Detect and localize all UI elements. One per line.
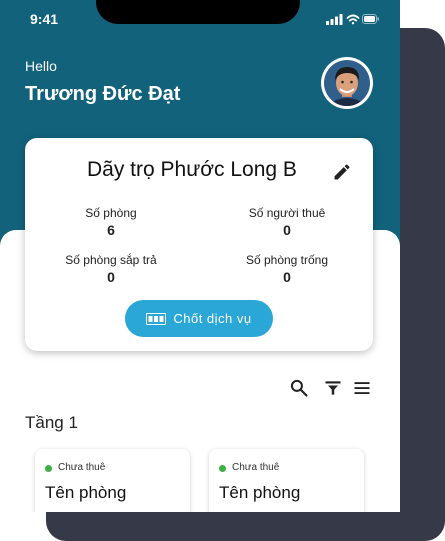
stat-ending: Số phòng sắp trả 0 (31, 253, 191, 285)
stat-tenants-label: Số người thuê (248, 206, 326, 220)
stat-rooms-label: Số phòng (85, 206, 137, 220)
property-name: Dãy trọ Phước Long B (87, 158, 297, 181)
stat-vacant: Số phòng trống 0 (207, 253, 367, 285)
room-card[interactable]: Chưa thuê Tên phòng (35, 449, 190, 512)
stat-vacant-value: 0 (283, 269, 291, 285)
status-dot (45, 465, 52, 472)
battery-icon (362, 14, 379, 24)
close-service-button[interactable]: Chốt dịch vụ (125, 300, 273, 337)
phone-screen: 9:41 Hello Trương Đức Đạt Dãy trọ Phước … (0, 0, 400, 512)
edit-icon[interactable] (332, 162, 352, 182)
status-time: 9:41 (30, 11, 59, 27)
stat-ending-label: Số phòng sắp trả (65, 253, 157, 267)
room-name: Tên phòng (219, 483, 301, 502)
signal-icon (326, 14, 343, 25)
stat-rooms: Số phòng 6 (31, 206, 191, 238)
avatar-photo (324, 60, 370, 106)
avatar[interactable] (321, 57, 373, 109)
filter-icon[interactable] (323, 378, 343, 398)
wifi-icon (346, 14, 360, 25)
room-status: Chưa thuê (232, 462, 280, 473)
meter-icon (146, 312, 167, 325)
greeting-text: Hello (25, 58, 57, 74)
floor-title: Tầng 1 (25, 413, 78, 432)
stat-ending-value: 0 (107, 269, 115, 285)
user-name: Trương Đức Đạt (25, 83, 181, 105)
room-name: Tên phòng (45, 483, 127, 502)
room-status: Chưa thuê (58, 462, 106, 473)
stat-vacant-label: Số phòng trống (245, 253, 329, 267)
status-bar: 9:41 (0, 0, 400, 40)
status-icons (326, 14, 379, 25)
status-dot (219, 465, 226, 472)
property-card: Dãy trọ Phước Long B Số phòng 6 Số người… (25, 138, 373, 351)
search-icon[interactable] (289, 378, 309, 398)
menu-icon[interactable] (352, 378, 372, 398)
room-card[interactable]: Chưa thuê Tên phòng (209, 449, 364, 512)
device-notch (96, 0, 300, 24)
stat-rooms-value: 6 (107, 222, 115, 238)
stat-tenants: Số người thuê 0 (207, 206, 367, 238)
stat-tenants-value: 0 (283, 222, 291, 238)
close-service-label: Chốt dịch vụ (173, 311, 252, 326)
